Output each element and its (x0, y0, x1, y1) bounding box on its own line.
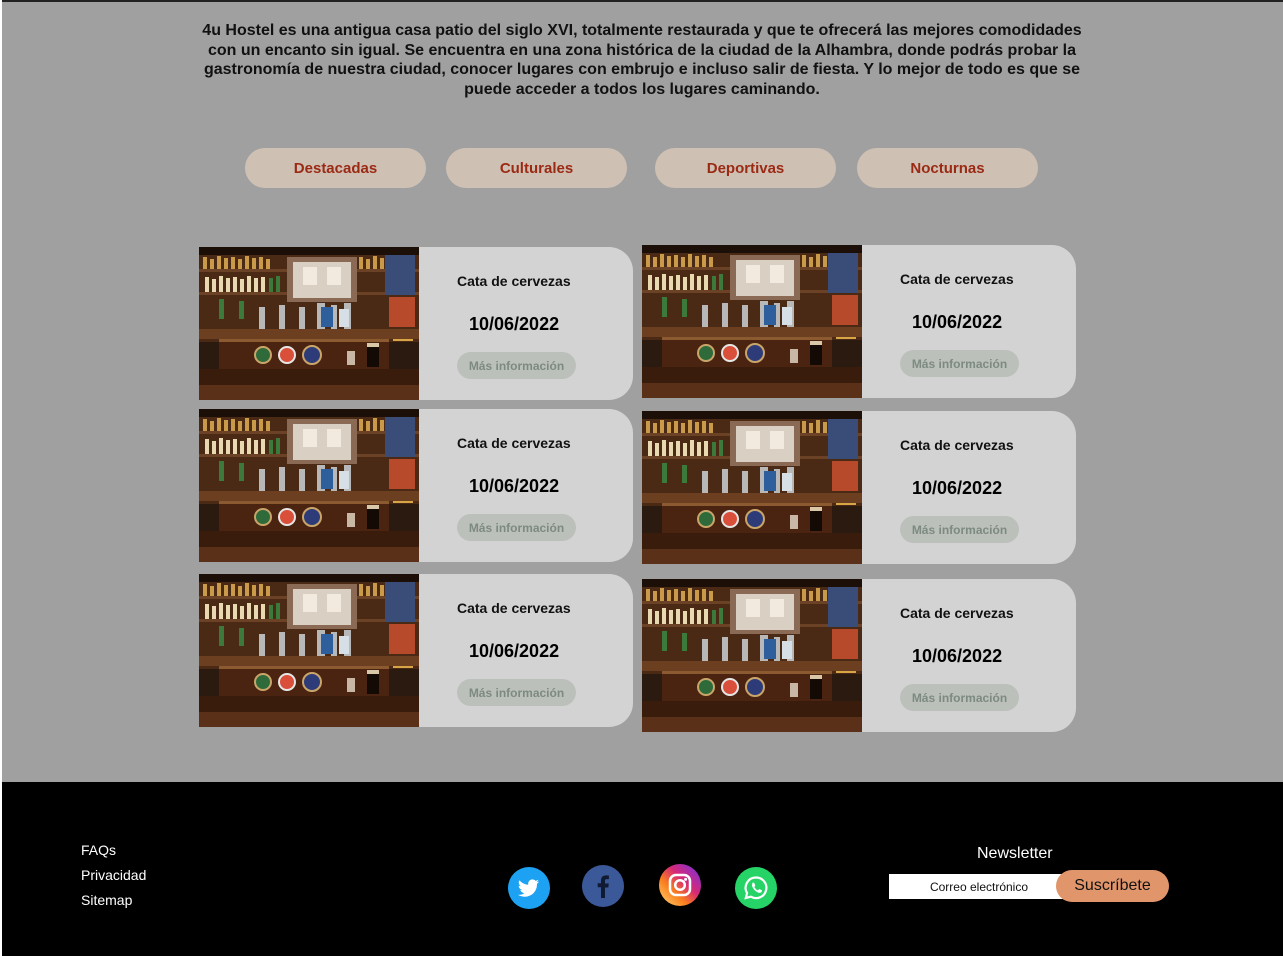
event-title: Cata de cervezas (457, 600, 571, 616)
tab-culturales[interactable]: Culturales (446, 148, 627, 188)
email-field[interactable] (889, 874, 1069, 899)
event-title: Cata de cervezas (900, 605, 1014, 621)
twitter-icon[interactable] (508, 867, 550, 909)
main-content: 4u Hostel es una antigua casa patio del … (2, 2, 1283, 782)
event-title: Cata de cervezas (900, 271, 1014, 287)
whatsapp-icon[interactable] (735, 867, 777, 909)
intro-text: 4u Hostel es una antigua casa patio del … (202, 22, 1082, 98)
event-card: Cata de cervezas 10/06/2022 Más informac… (199, 409, 633, 562)
footer-link-sitemap[interactable]: Sitemap (81, 892, 132, 908)
event-photo (642, 245, 862, 398)
event-card: Cata de cervezas 10/06/2022 Más informac… (199, 574, 633, 727)
event-date: 10/06/2022 (469, 314, 560, 334)
event-photo (199, 409, 419, 562)
event-date: 10/06/2022 (469, 641, 560, 661)
tab-deportivas[interactable]: Deportivas (655, 148, 836, 188)
more-info-button[interactable]: Más información (900, 350, 1019, 377)
event-card: Cata de cervezas 10/06/2022 Más informac… (199, 247, 633, 400)
event-date: 10/06/2022 (912, 478, 1003, 498)
event-photo (199, 574, 419, 727)
event-photo (642, 411, 862, 564)
tab-nocturnas[interactable]: Nocturnas (857, 148, 1038, 188)
facebook-icon[interactable] (582, 865, 624, 907)
event-title: Cata de cervezas (457, 273, 571, 289)
tab-destacadas[interactable]: Destacadas (245, 148, 426, 188)
footer-link-faqs[interactable]: FAQs (81, 842, 116, 858)
footer-link-privacidad[interactable]: Privacidad (81, 867, 146, 883)
event-date: 10/06/2022 (469, 476, 560, 496)
more-info-button[interactable]: Más información (457, 514, 576, 541)
more-info-button[interactable]: Más información (900, 684, 1019, 711)
more-info-button[interactable]: Más información (900, 516, 1019, 543)
more-info-button[interactable]: Más información (457, 679, 576, 706)
newsletter-title: Newsletter (977, 845, 1053, 862)
event-date: 10/06/2022 (912, 646, 1003, 666)
event-title: Cata de cervezas (457, 435, 571, 451)
event-photo (199, 247, 419, 400)
event-photo (642, 579, 862, 732)
event-card: Cata de cervezas 10/06/2022 Más informac… (642, 411, 1076, 564)
event-card: Cata de cervezas 10/06/2022 Más informac… (642, 245, 1076, 398)
event-date: 10/06/2022 (912, 312, 1003, 332)
event-card: Cata de cervezas 10/06/2022 Más informac… (642, 579, 1076, 732)
more-info-button[interactable]: Más información (457, 352, 576, 379)
instagram-icon[interactable] (659, 864, 701, 906)
event-title: Cata de cervezas (900, 437, 1014, 453)
footer: FAQs Privacidad Sitemap Newsletter Corre… (2, 782, 1283, 956)
subscribe-button[interactable]: Suscríbete (1056, 870, 1169, 902)
